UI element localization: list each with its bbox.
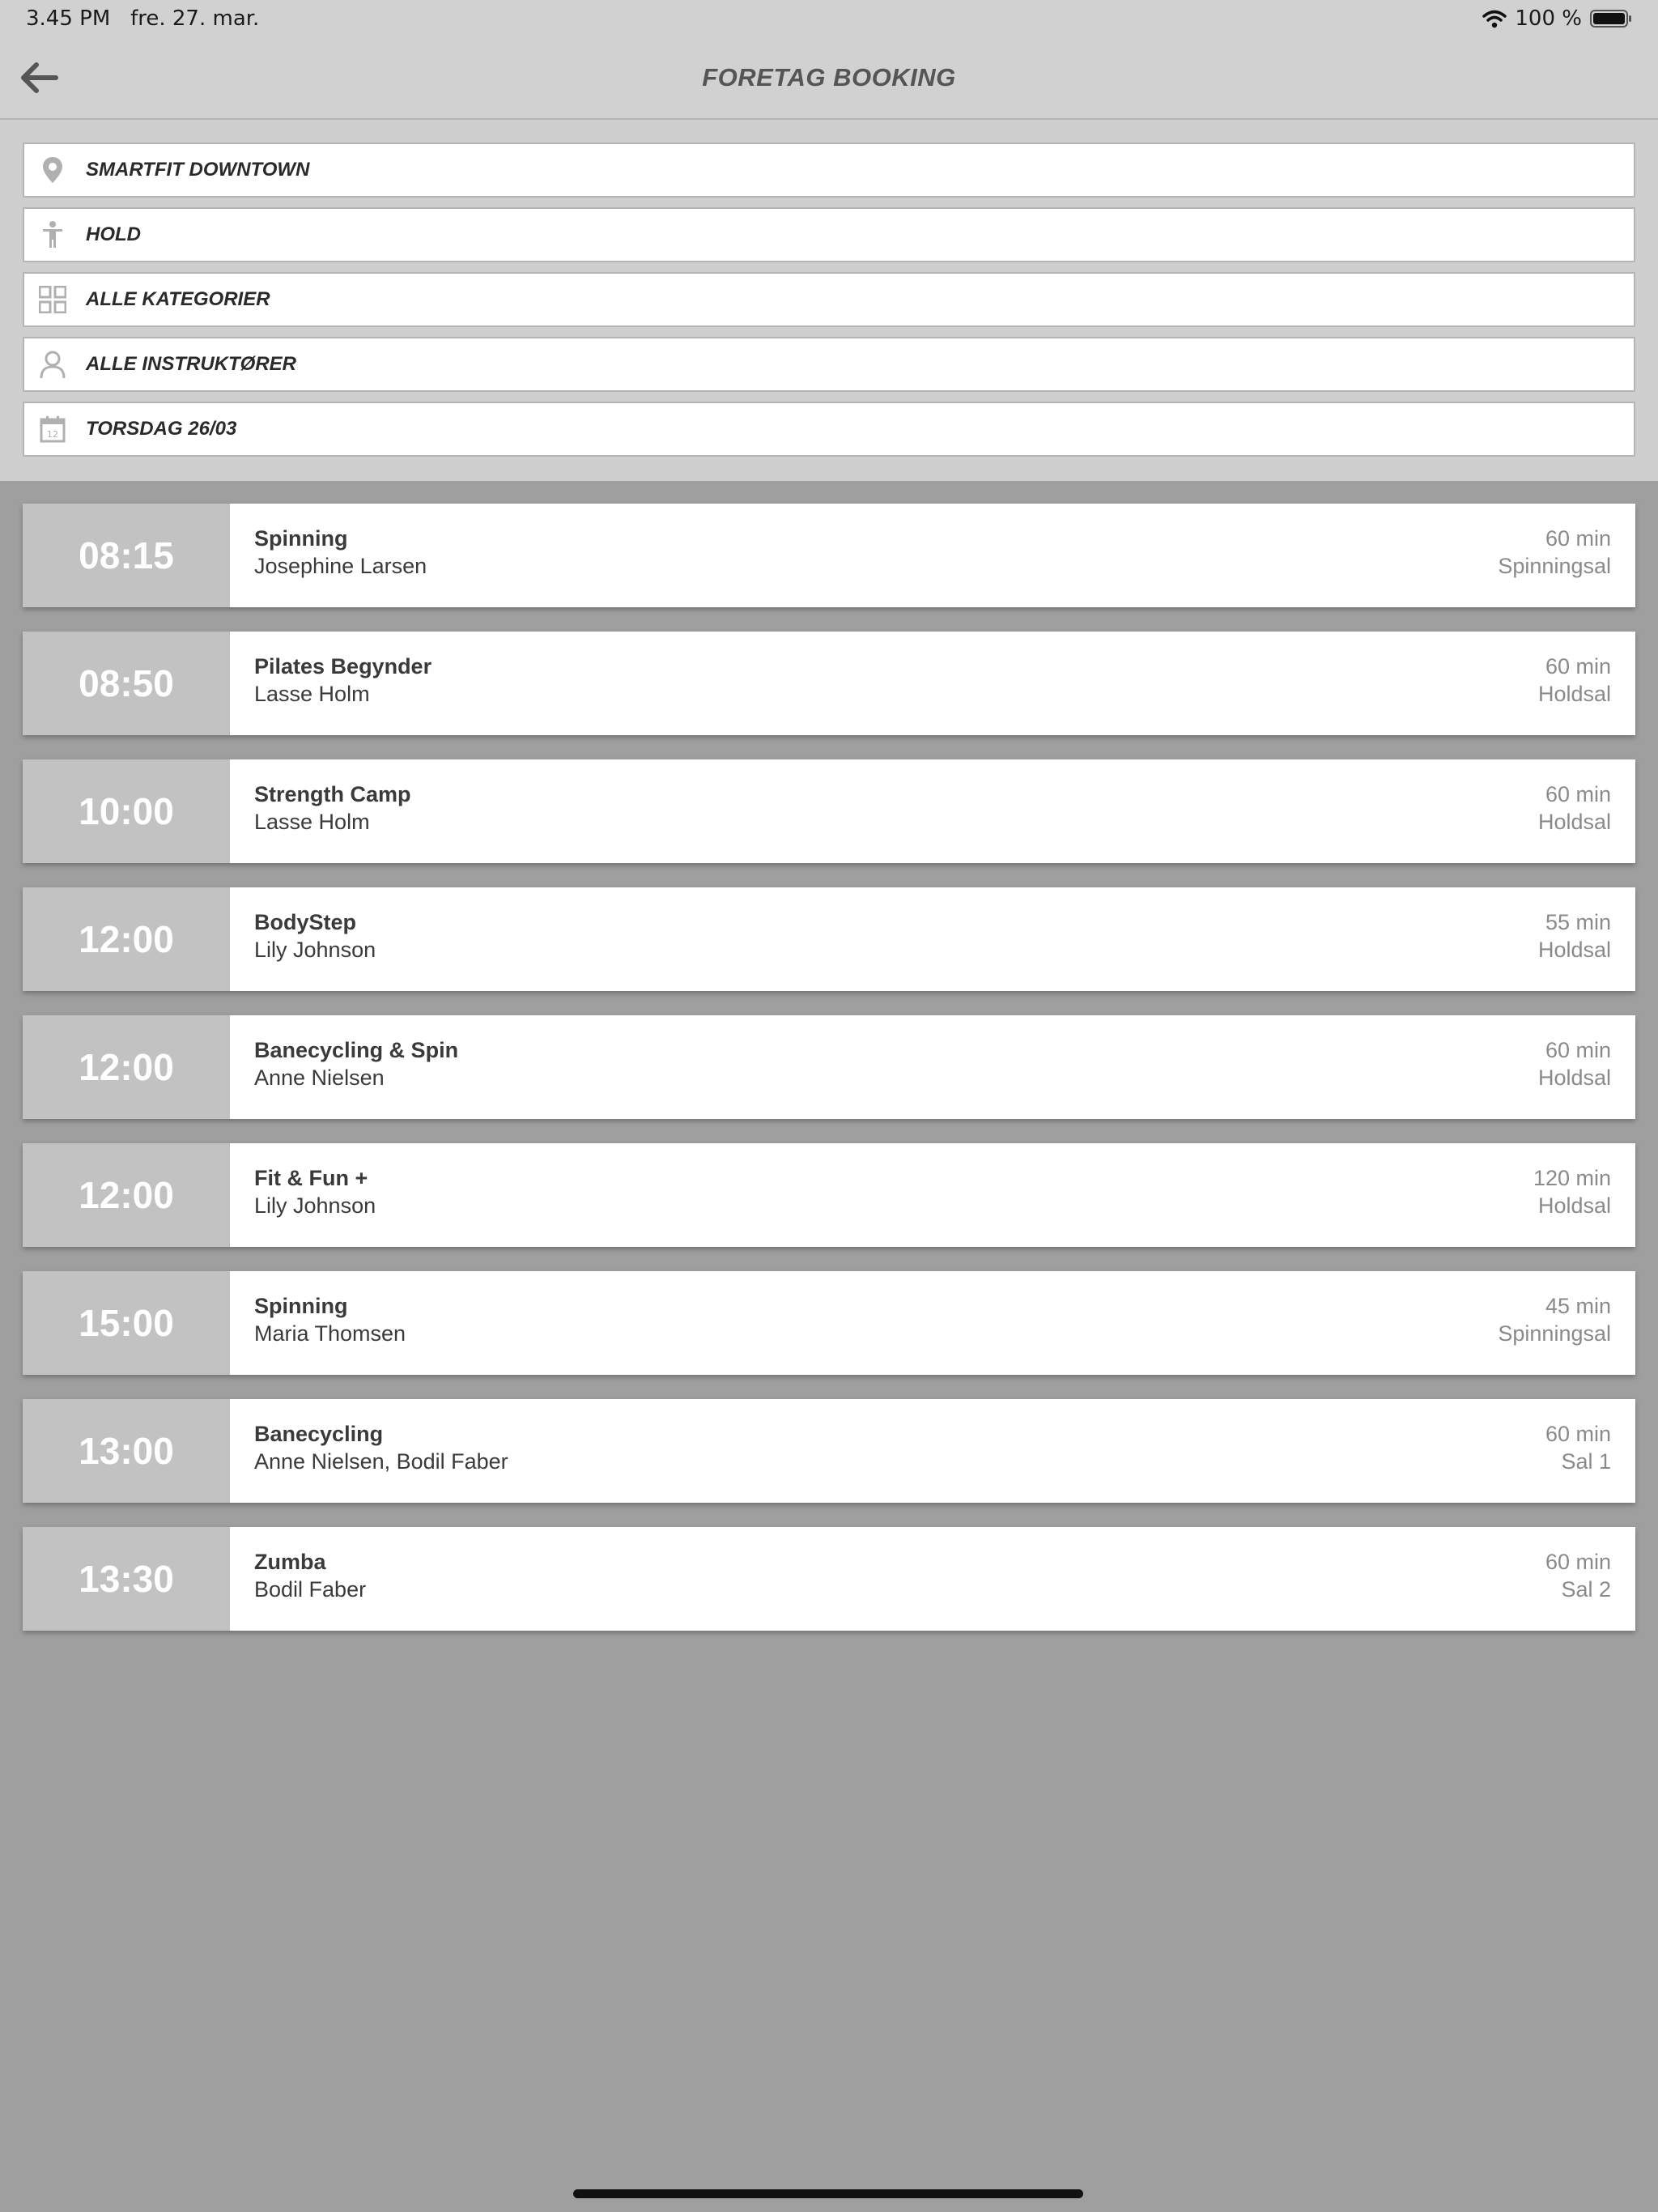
class-item[interactable]: 13:30 Zumba Bodil Faber 60 min Sal 2 bbox=[23, 1527, 1635, 1631]
class-room: Sal 2 bbox=[1561, 1577, 1611, 1602]
class-time: 12:00 bbox=[23, 1015, 230, 1119]
class-duration: 60 min bbox=[1545, 1422, 1611, 1446]
battery-icon bbox=[1590, 10, 1631, 28]
class-name: Pilates Begynder bbox=[254, 654, 432, 678]
class-room: Holdsal bbox=[1537, 1066, 1611, 1090]
class-item[interactable]: 08:15 Spinning Josephine Larsen 60 min S… bbox=[23, 504, 1635, 607]
class-room: Spinningsal bbox=[1498, 554, 1611, 578]
class-time: 08:50 bbox=[23, 632, 230, 735]
class-item[interactable]: 13:00 Banecycling Anne Nielsen, Bodil Fa… bbox=[23, 1399, 1635, 1503]
class-name: Banecycling bbox=[254, 1422, 384, 1446]
grid-categories-icon bbox=[28, 274, 78, 325]
wifi-icon bbox=[1482, 10, 1507, 28]
filter-date[interactable]: 12 TORSDAG 26/03 bbox=[23, 402, 1635, 457]
class-duration: 55 min bbox=[1545, 910, 1611, 934]
calendar-icon: 12 bbox=[28, 404, 78, 454]
class-name: Spinning bbox=[254, 526, 348, 551]
class-room: Holdsal bbox=[1537, 938, 1611, 962]
class-name: Spinning bbox=[254, 1294, 348, 1318]
page-title: FORETAG BOOKING bbox=[702, 63, 956, 91]
status-time: 3.45 PM bbox=[26, 6, 111, 31]
class-time: 08:15 bbox=[23, 504, 230, 607]
user-icon bbox=[28, 339, 78, 389]
class-duration: 60 min bbox=[1545, 1038, 1611, 1062]
class-room: Holdsal bbox=[1537, 1193, 1611, 1218]
status-bar: 3.45 PM fre. 27. mar. 100 % bbox=[0, 0, 1658, 39]
person-accessibility-icon bbox=[28, 210, 78, 260]
class-room: Holdsal bbox=[1537, 682, 1611, 706]
class-instructor: Maria Thomsen bbox=[254, 1321, 406, 1346]
class-duration: 60 min bbox=[1545, 1550, 1611, 1574]
class-duration: 120 min bbox=[1533, 1166, 1611, 1190]
class-name: Banecycling & Spin bbox=[254, 1038, 459, 1062]
filter-panel: SMARTFIT DOWNTOWN HOLD ALLE KATEGORIER A… bbox=[0, 120, 1658, 481]
class-room: Holdsal bbox=[1537, 810, 1611, 834]
class-room: Spinningsal bbox=[1498, 1321, 1611, 1346]
class-item[interactable]: 08:50 Pilates Begynder Lasse Holm 60 min… bbox=[23, 632, 1635, 735]
class-item[interactable]: 12:00 Banecycling & Spin Anne Nielsen 60… bbox=[23, 1015, 1635, 1119]
filter-activity-type-label: HOLD bbox=[86, 223, 141, 245]
class-item[interactable]: 12:00 BodyStep Lily Johnson 55 min Holds… bbox=[23, 887, 1635, 991]
filter-category[interactable]: ALLE KATEGORIER bbox=[23, 272, 1635, 327]
location-pin-icon bbox=[28, 145, 78, 195]
status-date: fre. 27. mar. bbox=[130, 6, 260, 31]
class-instructor: Josephine Larsen bbox=[254, 554, 427, 578]
class-instructor: Lily Johnson bbox=[254, 1193, 376, 1218]
class-duration: 60 min bbox=[1545, 654, 1611, 678]
filter-instructor-label: ALLE INSTRUKTØRER bbox=[86, 353, 296, 375]
battery-percent: 100 % bbox=[1515, 6, 1582, 31]
class-room: Sal 1 bbox=[1561, 1449, 1611, 1474]
class-time: 13:30 bbox=[23, 1527, 230, 1631]
class-item[interactable]: 15:00 Spinning Maria Thomsen 45 min Spin… bbox=[23, 1271, 1635, 1375]
filter-instructor[interactable]: ALLE INSTRUKTØRER bbox=[23, 337, 1635, 392]
class-time: 10:00 bbox=[23, 759, 230, 863]
svg-text:12: 12 bbox=[47, 429, 58, 440]
class-time: 15:00 bbox=[23, 1271, 230, 1375]
class-item[interactable]: 10:00 Strength Camp Lasse Holm 60 min Ho… bbox=[23, 759, 1635, 863]
class-duration: 60 min bbox=[1545, 782, 1611, 806]
filter-location[interactable]: SMARTFIT DOWNTOWN bbox=[23, 143, 1635, 198]
class-instructor: Anne Nielsen, Bodil Faber bbox=[254, 1449, 508, 1474]
class-name: BodyStep bbox=[254, 910, 357, 934]
class-item[interactable]: 12:00 Fit & Fun + Lily Johnson 120 min H… bbox=[23, 1143, 1635, 1247]
class-time: 12:00 bbox=[23, 1143, 230, 1247]
class-name: Zumba bbox=[254, 1550, 326, 1574]
filter-activity-type[interactable]: HOLD bbox=[23, 207, 1635, 262]
class-instructor: Bodil Faber bbox=[254, 1577, 367, 1602]
class-time: 13:00 bbox=[23, 1399, 230, 1503]
class-name: Strength Camp bbox=[254, 782, 411, 806]
home-indicator[interactable] bbox=[573, 2189, 1083, 2198]
class-instructor: Anne Nielsen bbox=[254, 1066, 385, 1090]
class-instructor: Lasse Holm bbox=[254, 810, 370, 834]
filter-location-label: SMARTFIT DOWNTOWN bbox=[86, 159, 310, 181]
class-instructor: Lasse Holm bbox=[254, 682, 370, 706]
filter-category-label: ALLE KATEGORIER bbox=[86, 288, 270, 310]
class-instructor: Lily Johnson bbox=[254, 938, 376, 962]
class-time: 12:00 bbox=[23, 887, 230, 991]
class-name: Fit & Fun + bbox=[254, 1166, 368, 1190]
class-duration: 45 min bbox=[1545, 1294, 1611, 1318]
filter-date-label: TORSDAG 26/03 bbox=[86, 418, 237, 440]
class-duration: 60 min bbox=[1545, 526, 1611, 551]
